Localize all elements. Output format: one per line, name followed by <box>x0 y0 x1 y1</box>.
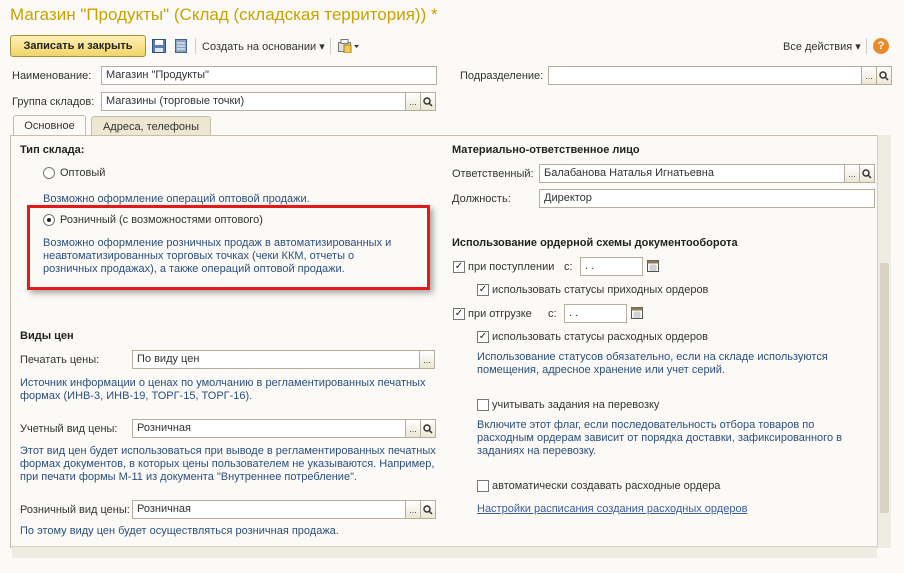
retail-price-field[interactable]: Розничная <box>132 500 406 519</box>
receipt-date-field[interactable]: . . <box>580 257 643 276</box>
ellipsis-icon[interactable]: ... <box>419 350 435 369</box>
create-based-label: Создать на основании <box>202 41 317 53</box>
warehouse-type-title: Тип склада: <box>20 144 85 156</box>
calendar-icon[interactable] <box>645 258 661 274</box>
ellipsis-icon[interactable]: ... <box>405 419 421 438</box>
mol-title: Материально-ответственное лицо <box>452 144 640 156</box>
transfer-tasks-hint: Включите этот флаг, если последовательно… <box>477 419 842 457</box>
scrollbar-thumb[interactable] <box>880 263 889 513</box>
on-shipment-checkbox[interactable]: ✓ <box>453 308 465 320</box>
list-icon[interactable] <box>173 38 189 54</box>
search-icon[interactable] <box>876 66 892 85</box>
transfer-tasks-checkbox[interactable] <box>477 399 489 411</box>
wholesale-label: Оптовый <box>60 167 106 179</box>
on-receipt-checkbox[interactable]: ✓ <box>453 261 465 273</box>
subdivision-label: Подразделение: <box>460 70 544 82</box>
name-label: Наименование: <box>12 70 92 82</box>
wholesale-radio[interactable] <box>43 167 55 179</box>
all-actions-button[interactable]: Все действия ▾ <box>783 40 861 53</box>
schedule-settings-link[interactable]: Настройки расписания создания расходных … <box>477 503 747 515</box>
tab-addresses[interactable]: Адреса, телефоны <box>91 116 211 136</box>
chevron-down-icon: ▾ <box>855 41 861 53</box>
search-icon[interactable] <box>420 500 436 519</box>
toolbar-separator <box>866 38 867 54</box>
horizontal-scrollbar[interactable] <box>12 546 877 558</box>
transfer-tasks-label: учитывать задания на перевозку <box>492 399 660 411</box>
save-icon[interactable] <box>151 38 167 54</box>
use-out-status-checkbox[interactable]: ✓ <box>477 331 489 343</box>
account-price-label: Учетный вид цены: <box>20 423 118 435</box>
subdivision-field[interactable] <box>548 66 862 85</box>
print-prices-hint: Источник информации о ценах по умолчанию… <box>20 377 426 402</box>
search-icon[interactable] <box>420 419 436 438</box>
ellipsis-icon[interactable]: ... <box>861 66 877 85</box>
window-title: Магазин "Продукты" (Склад (складская тер… <box>10 5 438 24</box>
auto-create-label: автоматически создавать расходные ордера <box>492 480 721 492</box>
create-based-button[interactable]: Создать на основании ▾ <box>202 40 325 53</box>
tab-main[interactable]: Основное <box>13 115 86 136</box>
print-prices-label: Печатать цены: <box>20 354 100 366</box>
use-in-status-checkbox[interactable]: ✓ <box>477 284 489 296</box>
ellipsis-icon[interactable]: ... <box>405 92 421 111</box>
highlight-frame <box>27 205 430 290</box>
calendar-icon[interactable] <box>629 305 645 321</box>
print-icon[interactable] <box>337 38 361 54</box>
on-receipt-label: при поступлении <box>468 261 555 273</box>
use-in-status-label: использовать статусы приходных ордеров <box>492 284 709 296</box>
price-types-title: Виды цен <box>20 330 74 342</box>
vertical-scrollbar[interactable] <box>877 135 891 548</box>
retail-price-label: Розничный вид цены: <box>20 504 130 516</box>
responsible-label: Ответственный: <box>452 168 534 180</box>
group-label: Группа складов: <box>12 96 95 108</box>
shipment-from-label: с: <box>548 308 557 320</box>
toolbar-separator <box>195 38 196 54</box>
search-icon[interactable] <box>859 164 875 183</box>
name-field[interactable]: Магазин "Продукты" <box>101 66 437 85</box>
use-out-status-label: использовать статусы расходных ордеров <box>492 331 708 343</box>
ellipsis-icon[interactable]: ... <box>405 500 421 519</box>
search-icon[interactable] <box>420 92 436 111</box>
status-hint: Использование статусов обязательно, если… <box>477 351 828 376</box>
order-scheme-title: Использование ордерной схемы документооб… <box>452 237 738 249</box>
position-label: Должность: <box>452 193 511 205</box>
auto-create-checkbox[interactable] <box>477 480 489 492</box>
toolbar-separator <box>330 38 331 54</box>
shipment-date-field[interactable]: . . <box>564 304 627 323</box>
receipt-from-label: с: <box>564 261 573 273</box>
all-actions-label: Все действия <box>783 41 853 53</box>
on-shipment-label: при отгрузке <box>468 308 532 320</box>
retail-price-hint: По этому виду цен будет осуществляться р… <box>20 525 339 537</box>
help-icon[interactable]: ? <box>873 38 889 54</box>
position-field[interactable]: Директор <box>539 189 875 208</box>
group-field[interactable]: Магазины (торговые точки) <box>101 92 406 111</box>
account-price-field[interactable]: Розничная <box>132 419 406 438</box>
chevron-down-icon: ▾ <box>319 41 325 53</box>
account-price-hint: Этот вид цен будет использоваться при вы… <box>20 445 436 483</box>
ellipsis-icon[interactable]: ... <box>844 164 860 183</box>
responsible-field[interactable]: Балабанова Наталья Игнатьевна <box>539 164 845 183</box>
print-prices-field[interactable]: По виду цен <box>132 350 420 369</box>
save-and-close-button[interactable]: Записать и закрыть <box>10 35 146 57</box>
